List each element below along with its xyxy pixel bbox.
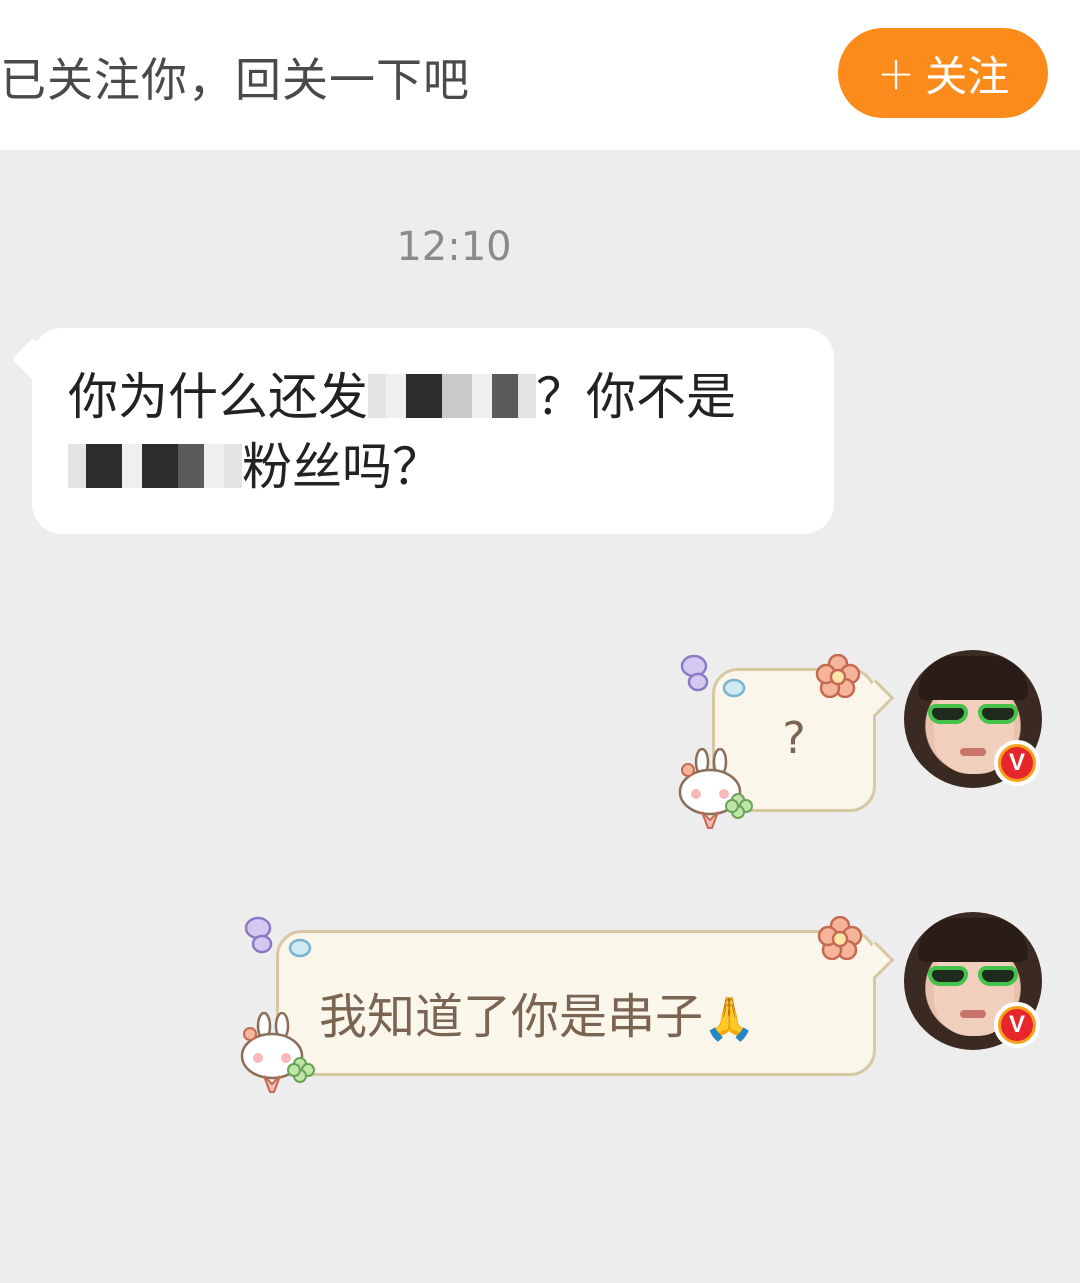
butterfly-icon bbox=[680, 654, 746, 698]
message-text: 粉丝吗？ bbox=[242, 438, 442, 496]
redacted-text bbox=[368, 366, 536, 418]
bunny-icon bbox=[678, 748, 753, 829]
plus-icon: + bbox=[876, 46, 916, 100]
bunny-icon bbox=[240, 1012, 315, 1093]
verified-v-icon: V bbox=[994, 1002, 1040, 1048]
bubble-tail bbox=[11, 337, 55, 381]
flower-icon bbox=[817, 916, 863, 960]
message-text-row: 我知道了你是串子🙏 bbox=[319, 977, 755, 1047]
follow-prompt-bar: 已关注你，回关一下吧 + 关注 bbox=[0, 0, 1080, 150]
message-text: 你为什么还发 bbox=[68, 368, 368, 426]
outgoing-message-bubble[interactable]: 我知道了你是串子🙏 bbox=[276, 930, 895, 1076]
redacted-text bbox=[68, 436, 242, 488]
verified-v-icon: V bbox=[994, 740, 1040, 786]
message-text-line-2: 粉丝吗？ bbox=[68, 432, 798, 502]
badge-letter: V bbox=[1001, 747, 1033, 779]
sunglasses-graphic bbox=[928, 704, 1018, 726]
bubble-tail bbox=[857, 679, 895, 717]
sunglasses-graphic bbox=[928, 966, 1018, 988]
follow-back-button[interactable]: + 关注 bbox=[838, 28, 1048, 118]
flower-icon bbox=[815, 654, 861, 698]
incoming-message-bubble[interactable]: 你为什么还发 ？你不是 粉丝吗？ bbox=[11, 328, 834, 534]
message-text: ？你不是 bbox=[536, 368, 736, 426]
butterfly-icon bbox=[244, 916, 312, 958]
follow-button-label: 关注 bbox=[925, 51, 1010, 101]
message-timestamp: 12:10 bbox=[396, 224, 512, 270]
message-text: 我知道了你是串子 bbox=[319, 989, 704, 1045]
follow-prompt-text: 已关注你，回关一下吧 bbox=[0, 53, 470, 107]
pray-emoji: 🙏 bbox=[703, 994, 756, 1043]
message-text-line-1: 你为什么还发 ？你不是 bbox=[68, 362, 798, 432]
badge-letter: V bbox=[1001, 1009, 1033, 1041]
